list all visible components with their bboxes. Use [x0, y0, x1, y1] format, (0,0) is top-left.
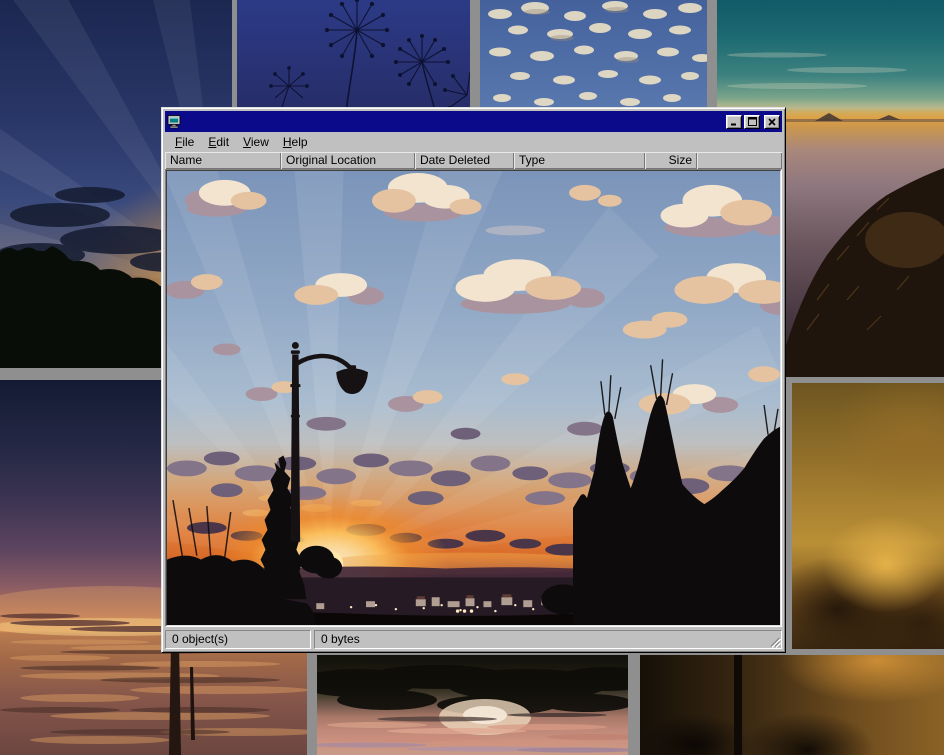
column-header-type[interactable]: Type [514, 152, 645, 169]
recycle-bin-window: File Edit View Help Name Original Locati… [161, 107, 786, 653]
column-header-original-location[interactable]: Original Location [281, 152, 415, 169]
column-header-date-deleted[interactable]: Date Deleted [415, 152, 514, 169]
altocumulus-art [480, 0, 707, 120]
lamp-post-pole-silhouette [734, 655, 742, 755]
background-photo-altocumulus-sky [480, 0, 707, 120]
menu-help[interactable]: Help [276, 133, 315, 151]
maximize-icon [748, 117, 757, 126]
computer-icon[interactable] [167, 115, 182, 129]
file-list-viewport [166, 170, 781, 626]
status-size: 0 bytes [314, 630, 782, 649]
title-bar[interactable] [165, 111, 782, 132]
status-bar: 0 object(s) 0 bytes [165, 630, 782, 649]
resize-grip[interactable] [768, 635, 781, 648]
status-object-count: 0 object(s) [165, 630, 311, 649]
menu-edit[interactable]: Edit [201, 133, 236, 151]
background-photo-golden-blur [792, 383, 944, 649]
sunset-lamp-photo [167, 171, 780, 625]
minimize-button[interactable] [726, 115, 742, 129]
status-size-text: 0 bytes [321, 632, 360, 646]
maximize-button[interactable] [744, 115, 760, 129]
column-header-filler [697, 152, 782, 169]
menu-view[interactable]: View [236, 133, 276, 151]
column-header-size[interactable]: Size [645, 152, 697, 169]
close-icon [768, 118, 776, 126]
pink-water-art [317, 655, 628, 755]
file-list-area[interactable] [165, 169, 782, 627]
background-photo-amber-lamp-post [640, 655, 944, 755]
background-photo-seed-umbels [237, 0, 470, 120]
column-header-name[interactable]: Name [165, 152, 281, 169]
seed-umbels-art [237, 0, 470, 120]
minimize-icon [730, 117, 738, 126]
desktop: { "window": { "title": "", "system_icon"… [0, 0, 944, 755]
close-button[interactable] [764, 115, 780, 129]
menu-file[interactable]: File [168, 133, 201, 151]
menu-bar: File Edit View Help [165, 132, 782, 152]
column-header-bar: Name Original Location Date Deleted Type… [165, 152, 782, 169]
background-photo-pink-water-reflections [317, 655, 628, 755]
